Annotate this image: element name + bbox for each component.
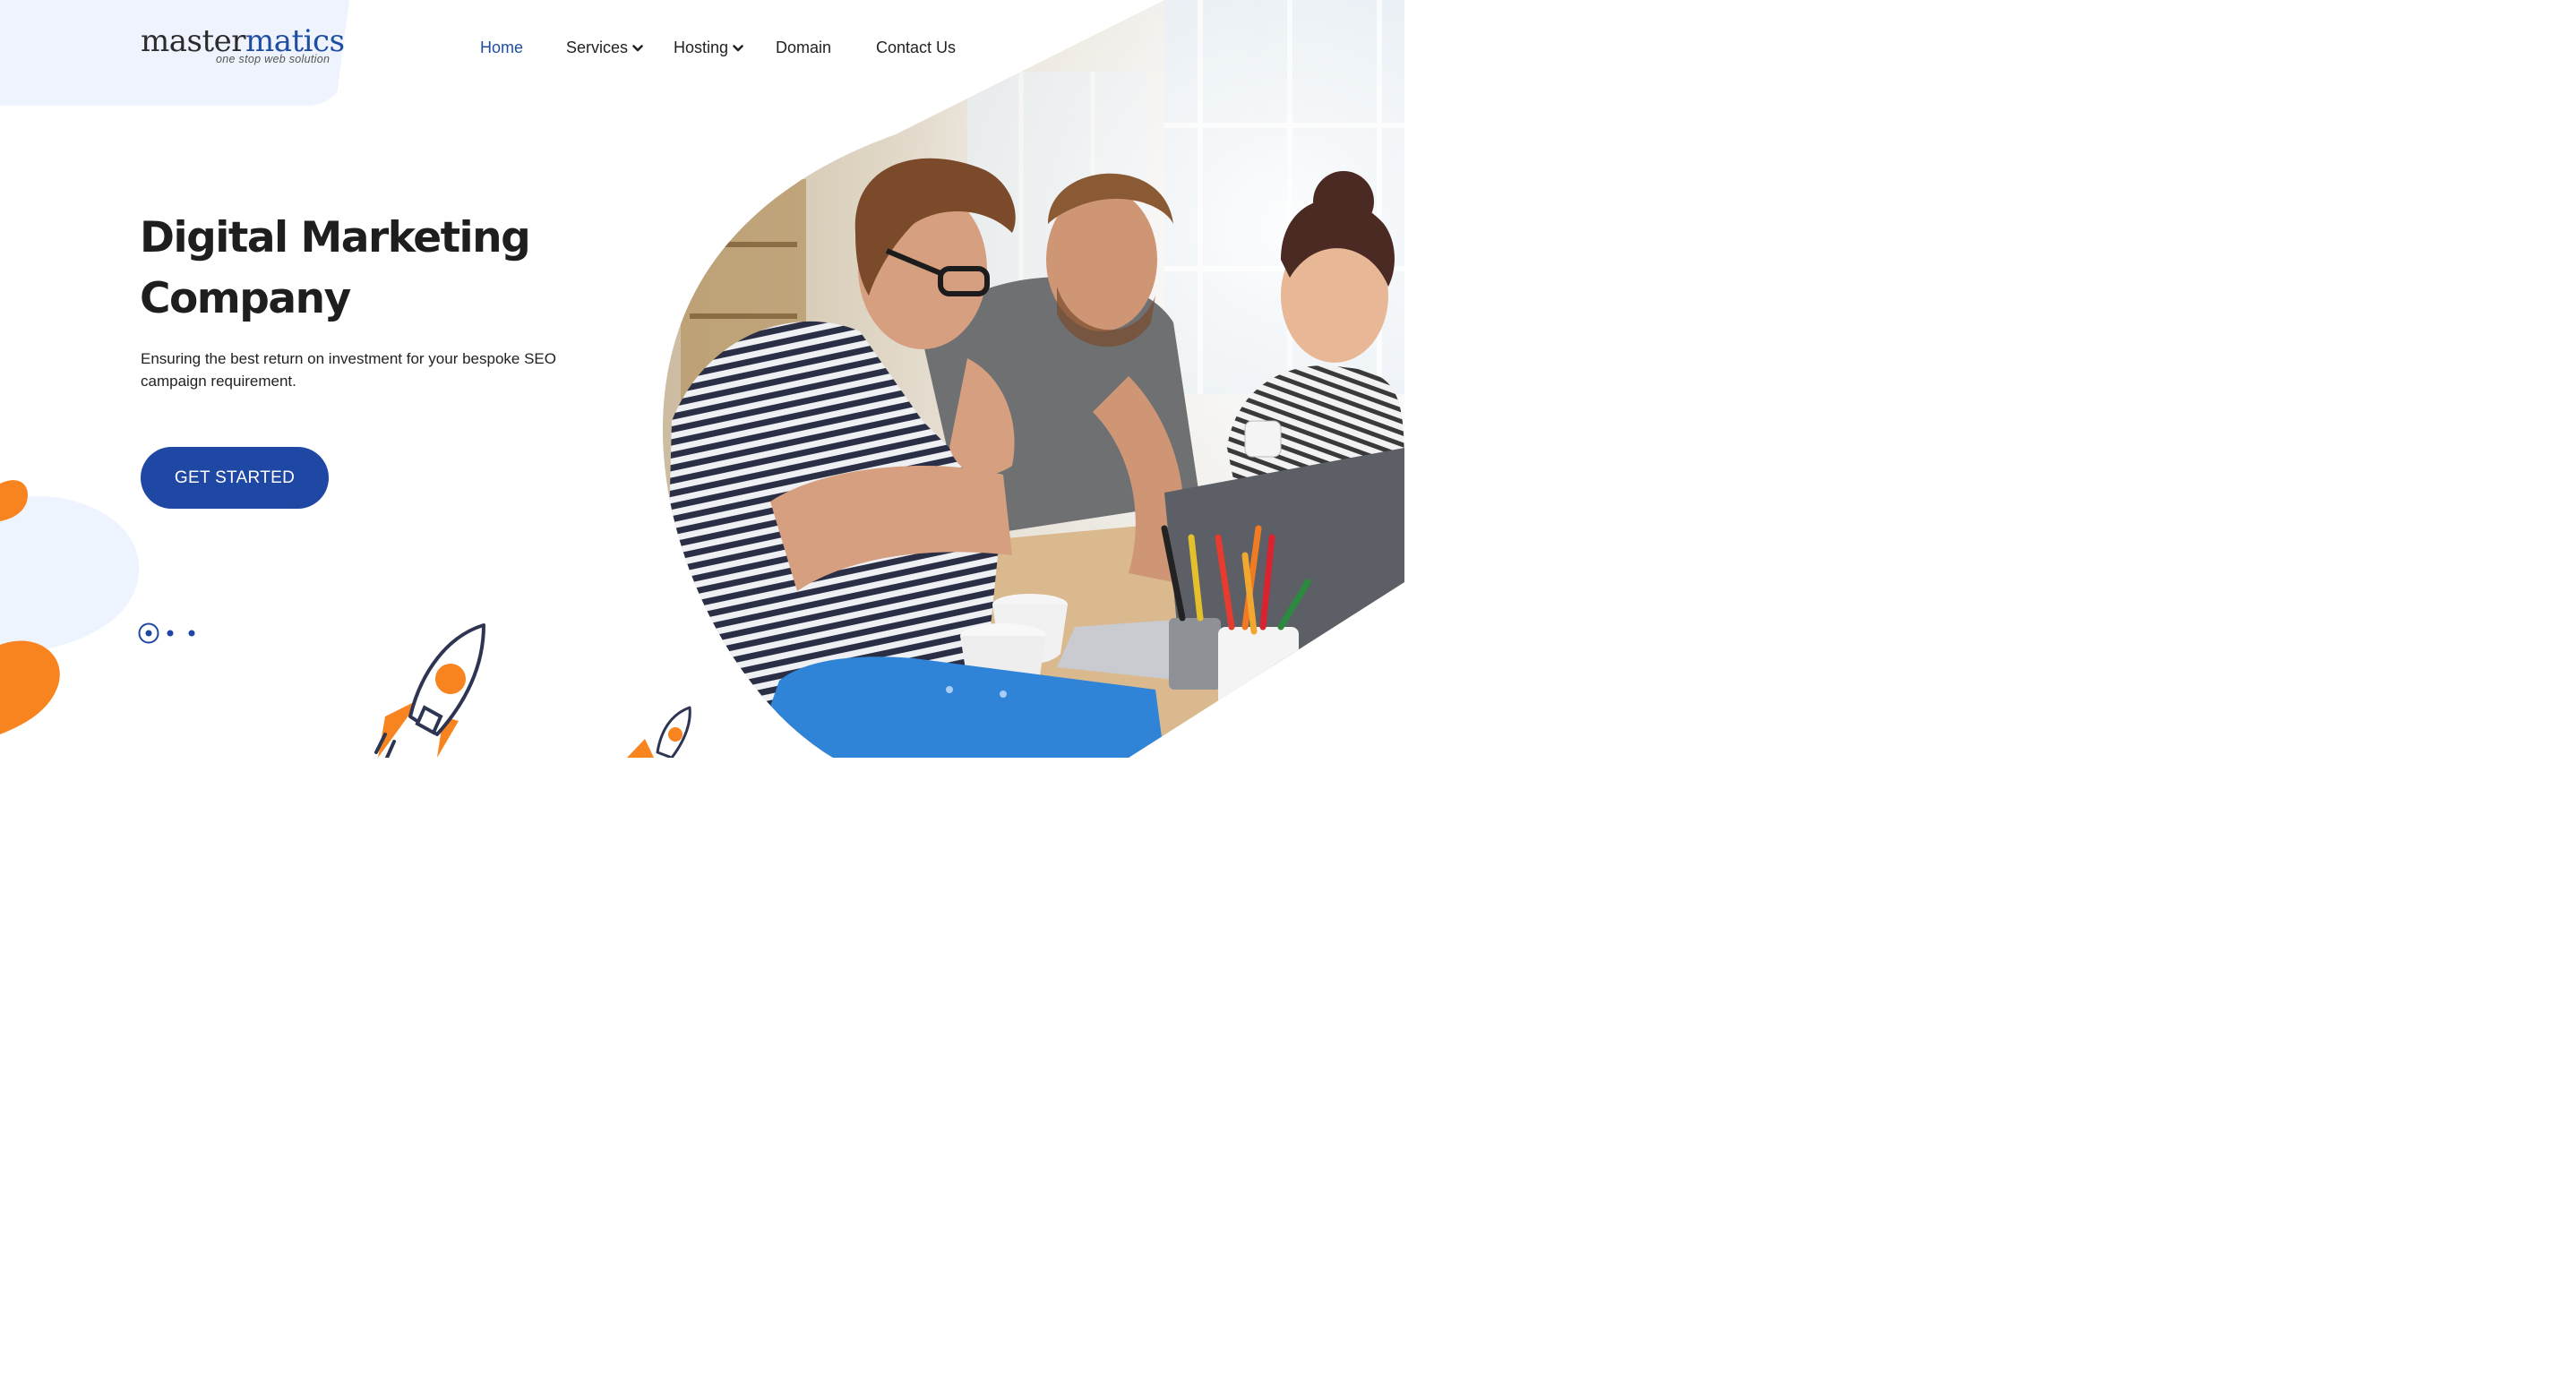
hero-photo: [663, 0, 1404, 758]
nav-home[interactable]: Home: [480, 36, 523, 59]
slider-dot-2[interactable]: [167, 630, 174, 637]
get-started-button[interactable]: GET STARTED: [141, 447, 329, 509]
slider-pagination: [138, 622, 195, 644]
rocket-icon: [627, 706, 691, 758]
rocket-icon: [374, 623, 485, 758]
slider-dot-3[interactable]: [188, 630, 195, 637]
hero-subtitle: Ensuring the best return on investment f…: [141, 350, 556, 390]
brand-logo[interactable]: mastermatics one stop web solution: [141, 23, 347, 77]
hero-title-line1: Digital Marketing: [140, 213, 531, 262]
nav-services-label: Services: [566, 39, 629, 56]
hero-title-line2: Company: [140, 274, 351, 323]
brand-tagline: one stop web solution: [216, 53, 331, 65]
hero-title: Digital Marketing Company: [140, 208, 641, 330]
decor-blobs: [0, 480, 140, 734]
